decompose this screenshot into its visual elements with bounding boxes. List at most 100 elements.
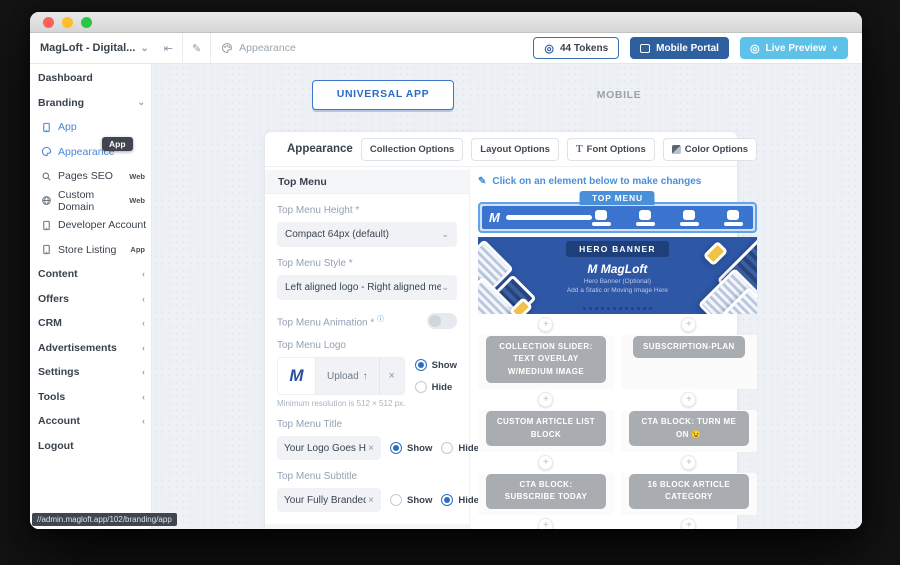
block-custom-article-list[interactable]: CUSTOM ARTICLE LIST BLOCK — [486, 411, 606, 446]
color-options-button[interactable]: Color Options — [663, 138, 757, 161]
top-menu-animation-label: Top Menu Animation * ⓘ — [277, 314, 384, 328]
collapse-sidebar-icon[interactable]: ⇤ — [155, 42, 182, 55]
input-value: Your Fully Branded — [284, 495, 366, 506]
add-block-button[interactable]: + — [538, 317, 553, 332]
add-block-button[interactable]: + — [681, 392, 696, 407]
sidebar-item-offers[interactable]: Offers‹ — [30, 287, 151, 312]
minimize-window-icon[interactable] — [62, 17, 73, 28]
globe-icon — [40, 195, 52, 207]
search-icon — [40, 170, 52, 182]
upload-button[interactable]: Upload↑ — [316, 358, 380, 394]
app-toolbar: MagLoft - Digital... ⌄ ⇤ ✎ Appearance ◎ … — [30, 33, 862, 64]
chevron-left-icon: ‹ — [142, 318, 145, 328]
sidebar-item-advertisements[interactable]: Advertisements‹ — [30, 336, 151, 361]
title-show-radio[interactable]: Show — [390, 442, 432, 454]
preview-hint: Click on an element below to make change… — [492, 176, 701, 187]
add-block-button[interactable]: + — [681, 317, 696, 332]
layout-options-button[interactable]: Layout Options — [471, 138, 559, 161]
sidebar-item-settings[interactable]: Settings‹ — [30, 360, 151, 385]
top-menu-style-select[interactable]: Left aligned logo - Right aligned menu ⌄ — [277, 275, 457, 300]
block-subscription-plan[interactable]: SUBSCRIPTION-PLAN — [633, 336, 745, 358]
sidebar-item-label: App — [58, 121, 77, 133]
tab-universal-app[interactable]: UNIVERSAL APP — [312, 80, 454, 110]
top-menu-height-select[interactable]: Compact 64px (default) ⌄ — [277, 222, 457, 247]
sidebar-item-store-listing[interactable]: Store Listing App — [30, 238, 151, 263]
live-preview-button[interactable]: ◎ Live Preview ∨ — [740, 37, 848, 59]
collection-options-button[interactable]: Collection Options — [361, 138, 463, 161]
add-block-button[interactable]: + — [538, 455, 553, 470]
chevron-down-icon: ⌄ — [137, 97, 145, 108]
sidebar-item-content[interactable]: Content ‹ — [30, 262, 151, 287]
block-16-article-category[interactable]: 16 BLOCK ARTICLE CATEGORY — [629, 474, 749, 509]
top-menu-title-input[interactable]: Your Logo Goes He × — [277, 436, 381, 460]
radio-label: Show — [432, 360, 457, 371]
menu-items-placeholder — [592, 210, 746, 226]
top-menu-subtitle-input[interactable]: Your Fully Branded × — [277, 488, 381, 512]
sidebar-item-app[interactable]: App — [30, 115, 151, 140]
info-icon: ⓘ — [377, 316, 384, 323]
workspace-selector[interactable]: MagLoft - Digital... ⌄ — [30, 42, 155, 54]
top-menu-animation-toggle[interactable] — [427, 313, 457, 329]
close-window-icon[interactable] — [43, 17, 54, 28]
logo-show-radio[interactable]: Show — [415, 359, 457, 371]
sidebar-item-label: Custom Domain — [58, 189, 123, 213]
font-options-button[interactable]: TFont Options — [567, 138, 655, 161]
device-mockup — [703, 241, 728, 266]
pencil-icon[interactable]: ✎ — [183, 42, 210, 55]
add-block-button[interactable]: + — [681, 455, 696, 470]
sidebar-item-pages-seo[interactable]: Pages SEO Web — [30, 164, 151, 189]
workspace-label: MagLoft - Digital... — [40, 42, 135, 54]
tokens-button[interactable]: ◎ 44 Tokens — [533, 37, 619, 59]
font-icon: T — [576, 144, 583, 155]
sidebar-item-label: Branding — [38, 97, 84, 109]
block-collection-slider[interactable]: COLLECTION SLIDER: TEXT OVERLAY W/MEDIUM… — [486, 336, 606, 383]
zoom-window-icon[interactable] — [81, 17, 92, 28]
logo-hide-radio[interactable]: Hide — [415, 381, 457, 393]
window-titlebar — [30, 12, 862, 33]
upload-label: Upload — [327, 371, 359, 382]
clear-input-icon[interactable]: × — [368, 495, 374, 506]
block-cta-subscribe-today[interactable]: CTA BLOCK: SUBSCRIBE TODAY — [486, 474, 606, 509]
hero-line2: Add a Static or Moving Image Here — [567, 287, 668, 294]
top-menu-preview[interactable]: TOP MENU M — [478, 202, 757, 233]
mobile-app-icon — [40, 244, 52, 256]
status-url: //admin.magloft.app/102/branding/app — [32, 513, 177, 526]
add-block-button[interactable]: + — [681, 518, 696, 529]
mobile-portal-label: Mobile Portal — [656, 43, 719, 54]
top-menu-logo-label: Top Menu Logo — [277, 340, 457, 351]
mobile-portal-button[interactable]: Mobile Portal — [630, 37, 729, 59]
top-menu-style-label: Top Menu Style * — [277, 258, 457, 269]
sidebar-item-tools[interactable]: Tools‹ — [30, 385, 151, 410]
platform-badge: App — [130, 245, 145, 254]
sidebar-item-account[interactable]: Account‹ — [30, 409, 151, 434]
block-cta-turn-me-on[interactable]: CTA BLOCK: TURN ME ON 😉 — [629, 411, 749, 446]
sidebar-item-logout[interactable]: Logout — [30, 434, 151, 459]
chevron-down-icon: ∨ — [832, 44, 838, 53]
sidebar-item-branding[interactable]: Branding ⌄ — [30, 91, 151, 116]
sidebar-item-label: Content — [38, 268, 78, 280]
chevron-left-icon: ‹ — [142, 269, 145, 279]
select-value: Left aligned logo - Right aligned menu — [285, 282, 441, 293]
sidebar-item-crm[interactable]: CRM‹ — [30, 311, 151, 336]
tab-mobile[interactable]: MOBILE — [597, 80, 641, 110]
radio-unselected — [390, 494, 402, 506]
clear-input-icon[interactable]: × — [368, 443, 374, 454]
logo-thumbnail: M — [278, 358, 316, 394]
sidebar-item-developer-account[interactable]: Developer Account App — [30, 213, 151, 238]
subtitle-show-radio[interactable]: Show — [390, 494, 432, 506]
remove-logo-button[interactable]: × — [380, 358, 404, 394]
sidebar-item-dashboard[interactable]: Dashboard — [30, 66, 151, 91]
live-preview-label: Live Preview — [766, 43, 827, 54]
breadcrumb-label: Appearance — [239, 42, 296, 54]
top-menu-height-label: Top Menu Height * — [277, 205, 457, 216]
sidebar-item-label: Developer Account — [58, 219, 146, 231]
chevron-down-icon: ⌄ — [140, 43, 148, 54]
top-menu-subtitle-label: Top Menu Subtitle — [277, 471, 457, 482]
add-block-button[interactable]: + — [538, 392, 553, 407]
app-tooltip: App — [102, 137, 133, 151]
sidebar-item-custom-domain[interactable]: Custom Domain Web — [30, 189, 151, 214]
sidebar-item-appearance[interactable]: Appearance — [30, 140, 151, 165]
hero-banner-preview[interactable]: HERO BANNER M MagLoft Hero Banner (Optio… — [478, 237, 757, 314]
add-block-button[interactable]: + — [538, 518, 553, 529]
radio-unselected — [415, 381, 427, 393]
